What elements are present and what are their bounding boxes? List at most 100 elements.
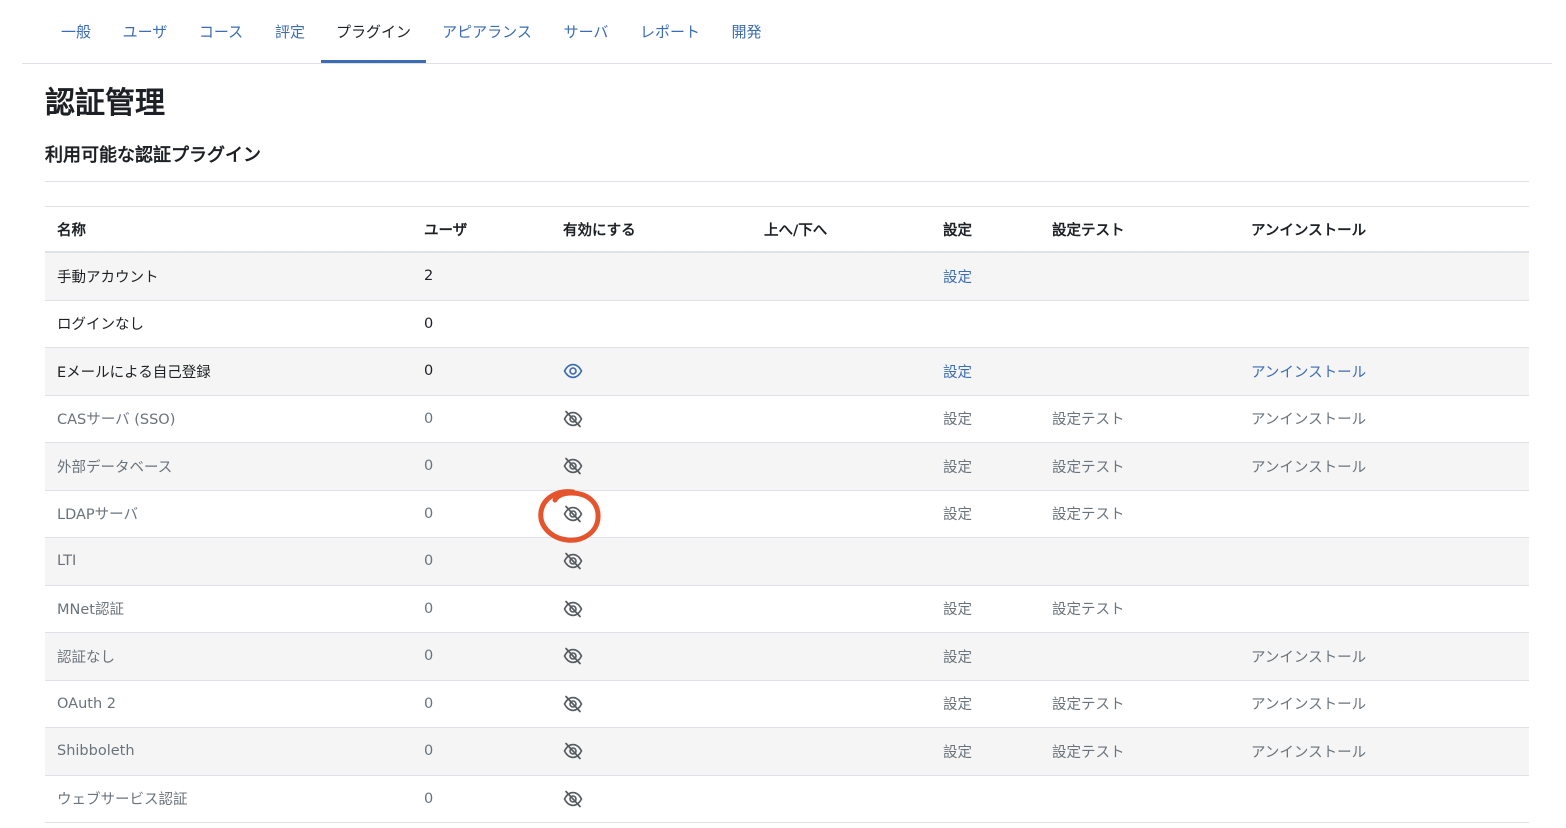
- table-row: Shibboleth 0 設定 設定テスト アンインストール: [45, 728, 1529, 776]
- eye-slash-icon[interactable]: [563, 646, 583, 666]
- uninstall-link[interactable]: アンインストール: [1251, 633, 1366, 680]
- user-count: 0: [424, 458, 434, 475]
- eye-slash-icon[interactable]: [563, 694, 583, 714]
- enable-cell: [563, 538, 583, 585]
- table-row: 認証なし 0 設定 アンインストール: [45, 633, 1529, 681]
- test-settings-link[interactable]: 設定テスト: [1052, 586, 1125, 633]
- test-settings-link[interactable]: 設定テスト: [1052, 491, 1125, 538]
- settings-link[interactable]: 設定: [943, 348, 972, 395]
- admin-tabs: 一般 ユーザ コース 評定 プラグイン アピアランス サーバ レポート 開発: [22, 0, 1552, 64]
- plugin-name: ウェブサービス認証: [57, 792, 188, 809]
- plugin-name: Shibboleth: [57, 743, 135, 760]
- tab-server[interactable]: サーバ: [552, 0, 620, 63]
- enable-cell: [563, 728, 583, 775]
- enable-cell: [563, 491, 583, 538]
- table-row: CASサーバ (SSO) 0 設定 設定テスト アンインストール: [45, 396, 1529, 443]
- eye-slash-icon[interactable]: [563, 789, 583, 809]
- test-settings-link[interactable]: 設定テスト: [1052, 396, 1125, 443]
- tab-general[interactable]: 一般: [49, 0, 103, 63]
- tab-users[interactable]: ユーザ: [113, 0, 177, 63]
- uninstall-link[interactable]: アンインストール: [1251, 348, 1366, 395]
- eye-slash-icon[interactable]: [563, 504, 583, 524]
- enable-cell: [563, 586, 583, 633]
- enable-cell: [563, 443, 583, 490]
- user-count: 0: [424, 553, 434, 570]
- settings-link[interactable]: 設定: [943, 491, 972, 538]
- header-enable: 有効にする: [563, 222, 636, 239]
- enable-cell: [563, 776, 583, 823]
- tab-appearance[interactable]: アピアランス: [436, 0, 538, 63]
- plugin-name: LTI: [57, 553, 77, 570]
- table-row: 手動アカウント 2 設定: [45, 253, 1529, 301]
- uninstall-link[interactable]: アンインストール: [1251, 728, 1366, 775]
- header-updown: 上へ/下へ: [764, 222, 828, 239]
- user-count: 0: [424, 410, 434, 427]
- enable-cell: [563, 681, 583, 728]
- settings-link[interactable]: 設定: [943, 633, 972, 680]
- table-row: OAuth 2 0 設定 設定テスト アンインストール: [45, 681, 1529, 728]
- enable-cell: [563, 348, 583, 395]
- uninstall-link[interactable]: アンインストール: [1251, 396, 1366, 443]
- plugin-name: LDAPサーバ: [57, 507, 139, 524]
- tab-reports[interactable]: レポート: [630, 0, 710, 63]
- plugin-name: 手動アカウント: [57, 269, 159, 286]
- table-row: ログインなし 0: [45, 301, 1529, 348]
- settings-link[interactable]: 設定: [943, 681, 972, 728]
- tab-development[interactable]: 開発: [719, 0, 774, 63]
- table-row: LDAPサーバ 0 設定 設定テスト: [45, 491, 1529, 538]
- eye-slash-icon[interactable]: [563, 551, 583, 571]
- user-count: 0: [424, 790, 434, 807]
- table-row: 外部データベース 0 設定 設定テスト アンインストール: [45, 443, 1529, 491]
- plugin-name: Eメールによる自己登録: [57, 364, 211, 381]
- table-row: ウェブサービス認証 0: [45, 776, 1529, 823]
- enable-cell: [563, 633, 583, 680]
- eye-slash-icon[interactable]: [563, 409, 583, 429]
- eye-slash-icon[interactable]: [563, 741, 583, 761]
- header-name: 名称: [57, 222, 86, 239]
- user-count: 0: [424, 695, 434, 712]
- uninstall-link[interactable]: アンインストール: [1251, 443, 1366, 490]
- table-header: 名称 ユーザ 有効にする 上へ/下へ 設定 設定テスト アンインストール: [45, 206, 1529, 253]
- eye-slash-icon[interactable]: [563, 599, 583, 619]
- plugin-name: OAuth 2: [57, 695, 116, 712]
- test-settings-link[interactable]: 設定テスト: [1052, 681, 1125, 728]
- settings-link[interactable]: 設定: [943, 728, 972, 775]
- header-settings: 設定: [943, 222, 972, 239]
- plugin-name: ログインなし: [57, 317, 144, 334]
- user-count: 0: [424, 600, 434, 617]
- tab-grades[interactable]: 評定: [265, 0, 315, 63]
- uninstall-link[interactable]: アンインストール: [1251, 681, 1366, 728]
- test-settings-link[interactable]: 設定テスト: [1052, 728, 1125, 775]
- page-title: 認証管理: [45, 86, 165, 121]
- user-count: 0: [424, 363, 434, 380]
- plugin-name: 認証なし: [57, 649, 115, 666]
- header-uninstall: アンインストール: [1251, 222, 1367, 239]
- plugin-name: 外部データベース: [57, 459, 173, 476]
- settings-link[interactable]: 設定: [943, 396, 972, 443]
- header-users: ユーザ: [424, 222, 468, 239]
- settings-link[interactable]: 設定: [943, 443, 972, 490]
- tab-courses[interactable]: コース: [188, 0, 254, 63]
- table-row: MNet認証 0 設定 設定テスト: [45, 586, 1529, 633]
- table-row: Eメールによる自己登録 0 設定 アンインストール: [45, 348, 1529, 396]
- table-row: LTI 0: [45, 538, 1529, 586]
- test-settings-link[interactable]: 設定テスト: [1052, 443, 1125, 490]
- user-count: 0: [424, 315, 434, 332]
- settings-link[interactable]: 設定: [943, 586, 972, 633]
- user-count: 0: [424, 505, 434, 522]
- auth-plugins-table: 名称 ユーザ 有効にする 上へ/下へ 設定 設定テスト アンインストール 手動ア…: [45, 206, 1529, 823]
- tab-plugins[interactable]: プラグイン: [321, 0, 426, 63]
- user-count: 0: [424, 648, 434, 665]
- plugin-name: CASサーバ (SSO): [57, 412, 176, 429]
- enable-cell: [563, 396, 583, 443]
- eye-slash-icon[interactable]: [563, 456, 583, 476]
- page: 一般 ユーザ コース 評定 プラグイン アピアランス サーバ レポート 開発 認…: [0, 0, 1566, 828]
- table-body: 手動アカウント 2 設定 ログインなし 0 Eメールによる自己登録 0 設定 アンインストール C…: [45, 253, 1529, 823]
- user-count: 0: [424, 743, 434, 760]
- plugin-name: MNet認証: [57, 602, 124, 619]
- eye-icon[interactable]: [563, 361, 583, 381]
- section-title: 利用可能な認証プラグイン: [45, 145, 261, 166]
- divider: [45, 181, 1529, 182]
- settings-link[interactable]: 設定: [943, 253, 972, 300]
- header-test-settings: 設定テスト: [1052, 222, 1125, 239]
